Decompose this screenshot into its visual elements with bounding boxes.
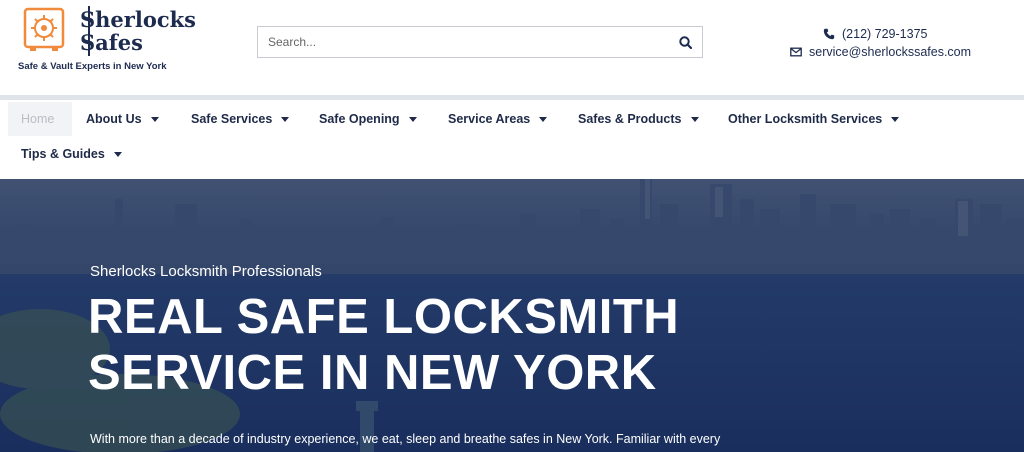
hero-title-line1: REAL SAFE LOCKSMITH	[88, 290, 680, 344]
nav-item-other-locksmith-services[interactable]: Other Locksmith Services	[728, 112, 900, 126]
main-nav: Home About Us Safe Services Safe Opening…	[0, 100, 1024, 179]
nav-item-about-us[interactable]: About Us	[86, 112, 159, 126]
caret-down-icon	[539, 116, 548, 122]
site-logo[interactable]: Sherlocks Safes Safe & Vault Experts in …	[18, 4, 196, 74]
contact-info: (212) 729-1375 service@sherlockssafes.co…	[790, 25, 980, 61]
safe-logo-icon	[23, 7, 65, 51]
search-input[interactable]	[258, 27, 658, 57]
nav-item-safe-services[interactable]: Safe Services	[191, 112, 290, 126]
nav-label: Safes & Products	[578, 112, 682, 126]
hero-title: REAL SAFE LOCKSMITH SERVICE IN NEW YORK	[88, 289, 679, 401]
brand-name: Sherlocks Safes	[80, 8, 196, 54]
brand-name-line1: Sherlocks	[80, 7, 197, 32]
hero-subtitle: Sherlocks Locksmith Professionals	[90, 263, 322, 280]
hero-title-line2: SERVICE IN NEW YORK	[88, 346, 657, 400]
site-header: Sherlocks Safes Safe & Vault Experts in …	[0, 0, 1024, 95]
nav-label: About Us	[86, 112, 142, 126]
email-address: service@sherlockssafes.com	[809, 45, 972, 59]
phone-icon	[823, 28, 835, 40]
nav-item-tips-guides[interactable]: Tips & Guides	[21, 147, 122, 161]
caret-down-icon	[891, 116, 900, 122]
nav-label: Home	[21, 112, 55, 126]
nav-label: Tips & Guides	[21, 147, 105, 161]
brand-tagline: Safe & Vault Experts in New York	[18, 61, 167, 72]
nav-item-home[interactable]: Home	[21, 112, 54, 126]
caret-down-icon	[281, 116, 290, 122]
search-button[interactable]	[668, 27, 702, 57]
email-link[interactable]: service@sherlockssafes.com	[790, 43, 980, 61]
nav-label: Safe Services	[191, 112, 273, 126]
caret-down-icon	[408, 116, 417, 122]
nav-item-service-areas[interactable]: Service Areas	[448, 112, 548, 126]
phone-link[interactable]: (212) 729-1375	[790, 25, 980, 43]
caret-down-icon	[150, 116, 159, 122]
nav-label: Safe Opening	[319, 112, 400, 126]
hero-body-text: With more than a decade of industry expe…	[90, 432, 721, 446]
caret-down-icon	[690, 116, 699, 122]
phone-number: (212) 729-1375	[842, 27, 928, 41]
nav-label: Other Locksmith Services	[728, 112, 883, 126]
hero-banner: Sherlocks Locksmith Professionals REAL S…	[0, 179, 1024, 452]
nav-item-safe-opening[interactable]: Safe Opening	[319, 112, 417, 126]
caret-down-icon	[113, 151, 122, 157]
brand-name-line2: Safes	[80, 30, 143, 55]
nav-label: Service Areas	[448, 112, 531, 126]
search-bar	[257, 26, 703, 58]
envelope-icon	[790, 46, 802, 58]
nav-item-safes-products[interactable]: Safes & Products	[578, 112, 699, 126]
search-icon	[678, 35, 692, 49]
